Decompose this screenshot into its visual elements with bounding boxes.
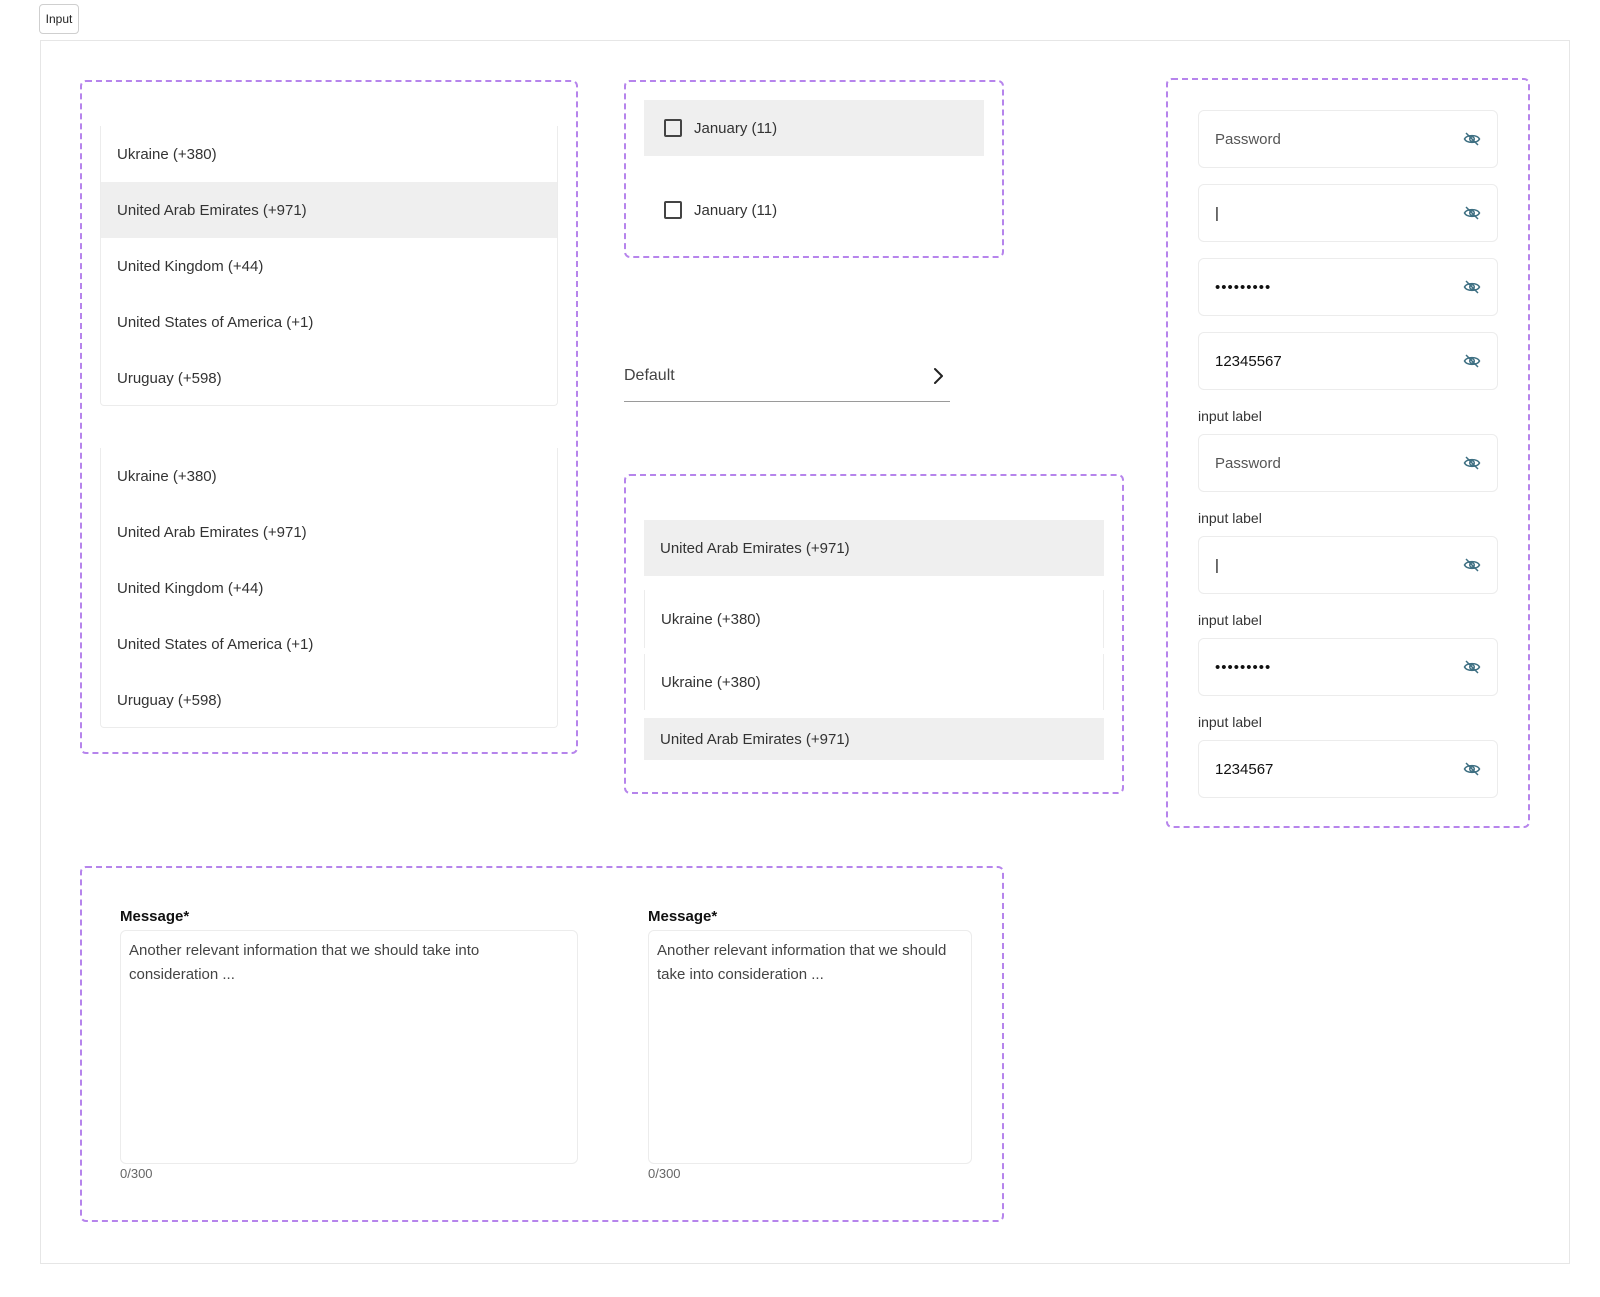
password-value: 12345567: [1215, 352, 1282, 370]
list-item[interactable]: United States of America (+1): [101, 616, 557, 672]
chevron-right-icon: [934, 367, 943, 384]
country-list-b: Ukraine (+380) United Arab Emirates (+97…: [100, 448, 558, 728]
eye-off-icon[interactable]: [1463, 454, 1481, 472]
checkbox-option[interactable]: January (11): [644, 182, 984, 238]
list-item[interactable]: United Arab Emirates (+971): [101, 182, 557, 238]
eye-off-icon[interactable]: [1463, 556, 1481, 574]
checkbox-label: January (11): [694, 201, 778, 219]
char-counter: 0/300: [648, 1166, 681, 1181]
eye-off-icon[interactable]: [1463, 658, 1481, 676]
list-item[interactable]: Ukraine (+380): [101, 126, 557, 182]
input-tag: Input: [39, 4, 79, 34]
text-caret: |: [1215, 204, 1219, 222]
textarea-placeholder: Another relevant information that we sho…: [657, 942, 947, 983]
select-label: Default: [624, 366, 675, 384]
input-label: input label: [1198, 510, 1262, 526]
password-placeholder: Password: [1215, 454, 1281, 472]
password-input[interactable]: 1234567: [1198, 740, 1498, 798]
eye-off-icon[interactable]: [1463, 352, 1481, 370]
eye-off-icon[interactable]: [1463, 130, 1481, 148]
text-caret: |: [1215, 556, 1219, 574]
password-input[interactable]: •••••••••: [1198, 638, 1498, 696]
eye-off-icon[interactable]: [1463, 278, 1481, 296]
password-input[interactable]: 12345567: [1198, 332, 1498, 390]
eye-off-icon[interactable]: [1463, 760, 1481, 778]
checkbox-option[interactable]: January (11): [644, 100, 984, 156]
list-item[interactable]: United Kingdom (+44): [101, 238, 557, 294]
list-item[interactable]: Ukraine (+380): [644, 590, 1104, 648]
masked-value: •••••••••: [1215, 658, 1272, 676]
message-label: Message*: [120, 908, 190, 925]
checkbox-label: January (11): [694, 119, 778, 137]
list-item[interactable]: United Kingdom (+44): [101, 560, 557, 616]
checkbox[interactable]: [664, 119, 682, 137]
password-input[interactable]: •••••••••: [1198, 258, 1498, 316]
list-item[interactable]: Uruguay (+598): [101, 350, 557, 406]
checkbox[interactable]: [664, 201, 682, 219]
textarea-placeholder: Another relevant information that we sho…: [129, 942, 480, 983]
default-select[interactable]: Default: [624, 350, 950, 402]
list-item[interactable]: Uruguay (+598): [101, 672, 557, 728]
char-counter: 0/300: [120, 1166, 153, 1181]
message-textarea[interactable]: Another relevant information that we sho…: [120, 930, 578, 1164]
message-label: Message*: [648, 908, 718, 925]
list-item[interactable]: United Arab Emirates (+971): [101, 504, 557, 560]
password-value: 1234567: [1215, 760, 1274, 778]
eye-off-icon[interactable]: [1463, 204, 1481, 222]
password-input[interactable]: |: [1198, 536, 1498, 594]
masked-value: •••••••••: [1215, 278, 1272, 296]
message-textarea[interactable]: Another relevant information that we sho…: [648, 930, 972, 1164]
list-item[interactable]: United Arab Emirates (+971): [644, 520, 1104, 576]
password-input[interactable]: Password: [1198, 434, 1498, 492]
password-input[interactable]: |: [1198, 184, 1498, 242]
list-item[interactable]: Ukraine (+380): [644, 654, 1104, 710]
input-label: input label: [1198, 408, 1262, 424]
input-label: input label: [1198, 714, 1262, 730]
list-item[interactable]: United Arab Emirates (+971): [644, 718, 1104, 760]
password-input[interactable]: Password: [1198, 110, 1498, 168]
country-list-a: Ukraine (+380) United Arab Emirates (+97…: [100, 126, 558, 406]
password-placeholder: Password: [1215, 130, 1281, 148]
list-item[interactable]: United States of America (+1): [101, 294, 557, 350]
list-item[interactable]: Ukraine (+380): [101, 448, 557, 504]
input-label: input label: [1198, 612, 1262, 628]
